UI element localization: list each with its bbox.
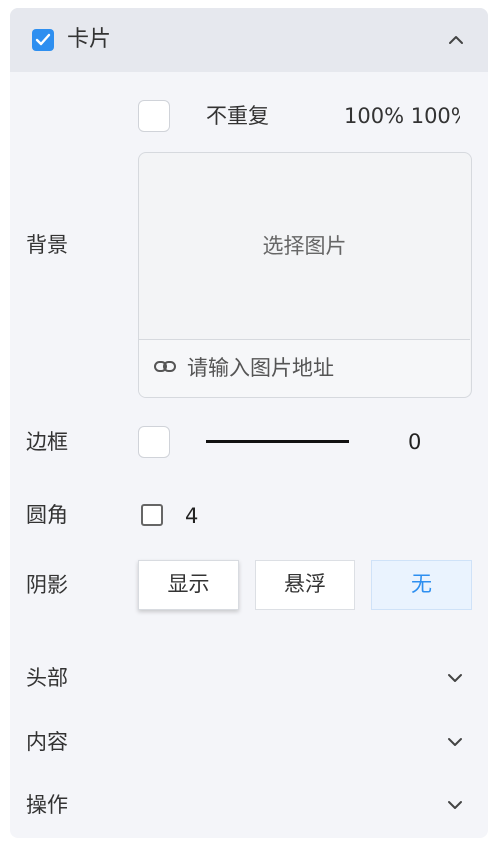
section-header-row[interactable]: 头部 — [10, 658, 488, 698]
shadow-option-none[interactable]: 无 — [371, 560, 472, 610]
radius-label: 圆角 — [26, 503, 68, 527]
chevron-down-icon[interactable] — [445, 795, 465, 815]
background-label: 背景 — [26, 233, 68, 257]
image-url-row — [139, 339, 470, 397]
link-icon — [154, 361, 176, 372]
section-actions-label: 操作 — [26, 793, 68, 817]
section-actions-row[interactable]: 操作 — [10, 785, 488, 825]
shadow-option-show[interactable]: 显示 — [138, 560, 239, 610]
section-content-label: 内容 — [26, 730, 68, 754]
card-section-title: 卡片 — [67, 27, 112, 52]
chevron-down-icon[interactable] — [445, 668, 465, 688]
background-size-value[interactable]: 100% 100% — [344, 100, 460, 132]
card-settings-panel: 卡片 不重复 100% 100% 背景 选择图片 边框 0 圆角 4 阴影 显示… — [10, 8, 488, 838]
border-label: 边框 — [26, 430, 68, 454]
section-content-row[interactable]: 内容 — [10, 722, 488, 762]
radius-value[interactable]: 4 — [185, 500, 198, 532]
no-repeat-checkbox[interactable] — [138, 100, 170, 132]
border-width-preview — [206, 440, 349, 443]
section-header-label: 头部 — [26, 666, 68, 690]
border-width-value[interactable]: 0 — [408, 426, 421, 458]
image-url-input[interactable] — [187, 351, 457, 385]
no-repeat-label: 不重复 — [206, 104, 269, 128]
background-image-picker: 选择图片 — [138, 152, 472, 398]
chevron-up-icon[interactable] — [446, 30, 466, 50]
card-enable-checkbox[interactable] — [32, 29, 54, 51]
card-section-header[interactable]: 卡片 — [10, 8, 488, 72]
shadow-label: 阴影 — [26, 573, 68, 597]
check-icon — [35, 33, 51, 46]
radius-checkbox[interactable] — [141, 504, 163, 526]
shadow-option-hover[interactable]: 悬浮 — [255, 560, 355, 610]
choose-image-button[interactable]: 选择图片 — [139, 231, 470, 261]
chevron-down-icon[interactable] — [445, 732, 465, 752]
border-color-swatch[interactable] — [138, 426, 170, 458]
